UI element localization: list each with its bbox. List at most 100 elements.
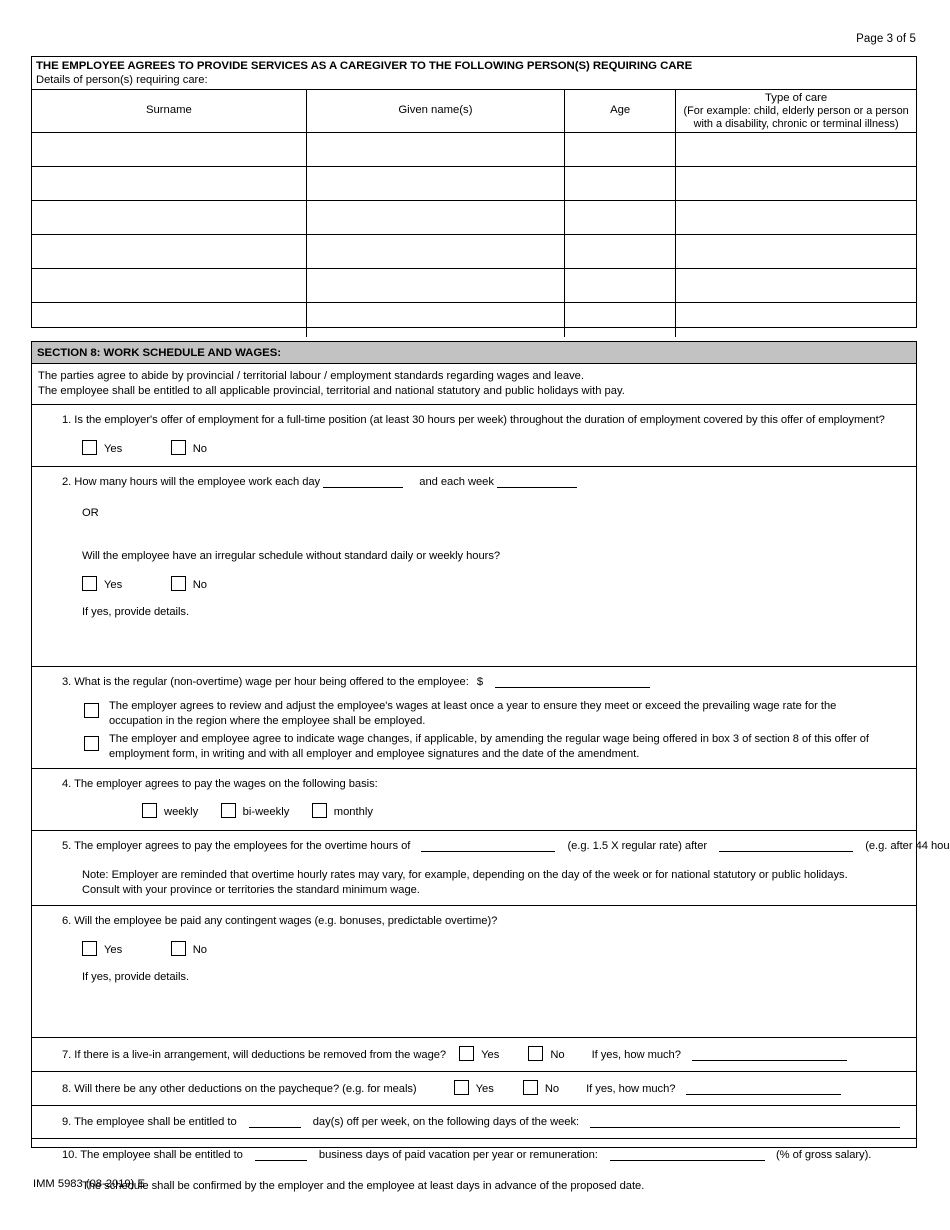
cell-given-names[interactable]: [306, 132, 566, 167]
section-8-header: SECTION 8: WORK SCHEDULE AND WAGES:: [32, 342, 916, 364]
pay-basis-monthly-option[interactable]: monthly: [311, 802, 373, 820]
question-7-how-much-label: If yes, how much?: [591, 1049, 681, 1061]
question-3: 3. What is the regular (non-overtime) wa…: [32, 667, 916, 769]
currency-symbol: $: [476, 676, 484, 688]
remuneration-percent-input[interactable]: [609, 1148, 765, 1161]
cell-age[interactable]: [564, 166, 677, 201]
pay-basis-biweekly-option[interactable]: bi-weekly: [220, 802, 290, 820]
cell-type-of-care[interactable]: [675, 234, 916, 269]
checkbox-no[interactable]: [528, 1046, 544, 1061]
question-10-text-c: (% of gross salary).: [775, 1149, 872, 1161]
overtime-rate-input[interactable]: [421, 839, 556, 852]
table-row: [32, 234, 916, 269]
cell-surname[interactable]: [32, 234, 307, 269]
label-yes: Yes: [104, 579, 123, 591]
question-2-no-option[interactable]: No: [170, 575, 208, 593]
cell-age[interactable]: [564, 234, 677, 269]
cell-age[interactable]: [564, 302, 677, 337]
question-6-details-input[interactable]: [38, 985, 910, 1031]
cell-given-names[interactable]: [306, 268, 566, 303]
question-7-label: 7. If there is a live-in arrangement, wi…: [62, 1049, 447, 1061]
question-8-no-option[interactable]: No: [522, 1080, 560, 1097]
column-header-given-names: Given name(s): [306, 89, 566, 133]
cell-type-of-care[interactable]: [675, 200, 916, 235]
question-7-yes-option[interactable]: Yes: [459, 1046, 499, 1063]
days-off-count-input[interactable]: [248, 1115, 301, 1128]
cell-type-of-care[interactable]: [675, 132, 916, 167]
label-no: No: [192, 579, 208, 591]
cell-given-names[interactable]: [306, 200, 566, 235]
pay-basis-weekly-option[interactable]: weekly: [142, 802, 198, 820]
cell-age[interactable]: [564, 200, 677, 235]
checkbox-wage-amendment[interactable]: [84, 736, 99, 751]
question-1-yes-option[interactable]: Yes: [82, 439, 122, 457]
question-3-checkbox-2-row[interactable]: The employer and employee agree to indic…: [38, 732, 910, 761]
overtime-threshold-input[interactable]: [719, 839, 854, 852]
question-2-yes-option[interactable]: Yes: [82, 575, 122, 593]
label-no: No: [544, 1083, 560, 1095]
cell-type-of-care[interactable]: [675, 302, 916, 337]
type-of-care-example-line1: (For example: child, elderly person or a…: [683, 105, 909, 117]
cell-type-of-care[interactable]: [675, 268, 916, 303]
question-8: 8. Will there be any other deductions on…: [32, 1072, 916, 1106]
cell-surname[interactable]: [32, 302, 307, 337]
cell-type-of-care[interactable]: [675, 166, 916, 201]
question-6-yes-option[interactable]: Yes: [82, 940, 122, 958]
label-weekly: weekly: [164, 806, 199, 818]
checkbox-monthly[interactable]: [311, 803, 327, 818]
checkbox-yes[interactable]: [82, 440, 97, 455]
live-in-deduction-amount-input[interactable]: [691, 1048, 847, 1061]
table-row: [32, 200, 916, 235]
checkbox-1-line-1: The employer agrees to review and adjust…: [109, 700, 837, 712]
cell-surname[interactable]: [32, 200, 307, 235]
type-of-care-example-line2: with a disability, chronic or terminal i…: [693, 117, 899, 130]
column-header-surname: Surname: [32, 89, 307, 133]
label-monthly: monthly: [333, 806, 373, 818]
question-2-text-b: and each week: [419, 476, 494, 488]
cell-surname[interactable]: [32, 166, 307, 201]
question-2-options: Yes No: [38, 575, 910, 593]
checkbox-bi-weekly[interactable]: [220, 803, 236, 818]
cell-given-names[interactable]: [306, 302, 566, 337]
days-of-week-input[interactable]: [590, 1115, 901, 1128]
vacation-days-input[interactable]: [254, 1148, 307, 1161]
checkbox-yes[interactable]: [82, 941, 97, 956]
cell-surname[interactable]: [32, 268, 307, 303]
checkbox-weekly[interactable]: [142, 803, 157, 818]
question-3-label: 3. What is the regular (non-overtime) wa…: [62, 676, 469, 688]
question-5-note: Note: Employer are reminded that overtim…: [38, 868, 910, 897]
question-6-no-option[interactable]: No: [170, 940, 208, 958]
hours-per-day-input[interactable]: [323, 475, 404, 488]
wage-per-hour-input[interactable]: [495, 675, 651, 688]
checkbox-yes[interactable]: [459, 1046, 475, 1061]
cell-given-names[interactable]: [306, 234, 566, 269]
other-deduction-amount-input[interactable]: [686, 1082, 842, 1095]
cell-surname[interactable]: [32, 132, 307, 167]
checkbox-yes[interactable]: [82, 576, 97, 591]
question-10-schedule-note: The schedule shall be confirmed by the e…: [82, 1180, 645, 1192]
cell-age[interactable]: [564, 132, 677, 167]
checkbox-no[interactable]: [170, 440, 186, 455]
checkbox-wage-review[interactable]: [84, 703, 99, 718]
checkbox-no[interactable]: [170, 576, 186, 591]
checkbox-yes[interactable]: [453, 1080, 469, 1095]
question-5-note-line-2: Consult with your province or territorie…: [82, 883, 420, 896]
checkbox-1-text: The employer agrees to review and adjust…: [86, 699, 910, 728]
checkbox-no[interactable]: [170, 941, 186, 956]
cell-age[interactable]: [564, 268, 677, 303]
cell-given-names[interactable]: [306, 166, 566, 201]
checkbox-2-line-2: employment form, in writing and with all…: [109, 747, 640, 760]
question-5: 5. The employer agrees to pay the employ…: [32, 831, 950, 906]
label-bi-weekly: bi-weekly: [242, 806, 290, 818]
label-yes: Yes: [104, 944, 123, 956]
question-4-text: 4. The employer agrees to pay the wages …: [62, 778, 378, 790]
question-3-checkbox-1-row[interactable]: The employer agrees to review and adjust…: [38, 699, 910, 728]
question-7-no-option[interactable]: No: [528, 1046, 565, 1063]
question-7: 7. If there is a live-in arrangement, wi…: [32, 1038, 916, 1072]
question-1-no-option[interactable]: No: [170, 439, 207, 457]
label-no: No: [192, 944, 208, 956]
hours-per-week-input[interactable]: [496, 475, 577, 488]
checkbox-no[interactable]: [522, 1080, 538, 1095]
question-8-yes-option[interactable]: Yes: [453, 1080, 494, 1097]
question-2-irregular-text: Will the employee have an irregular sche…: [82, 550, 501, 562]
